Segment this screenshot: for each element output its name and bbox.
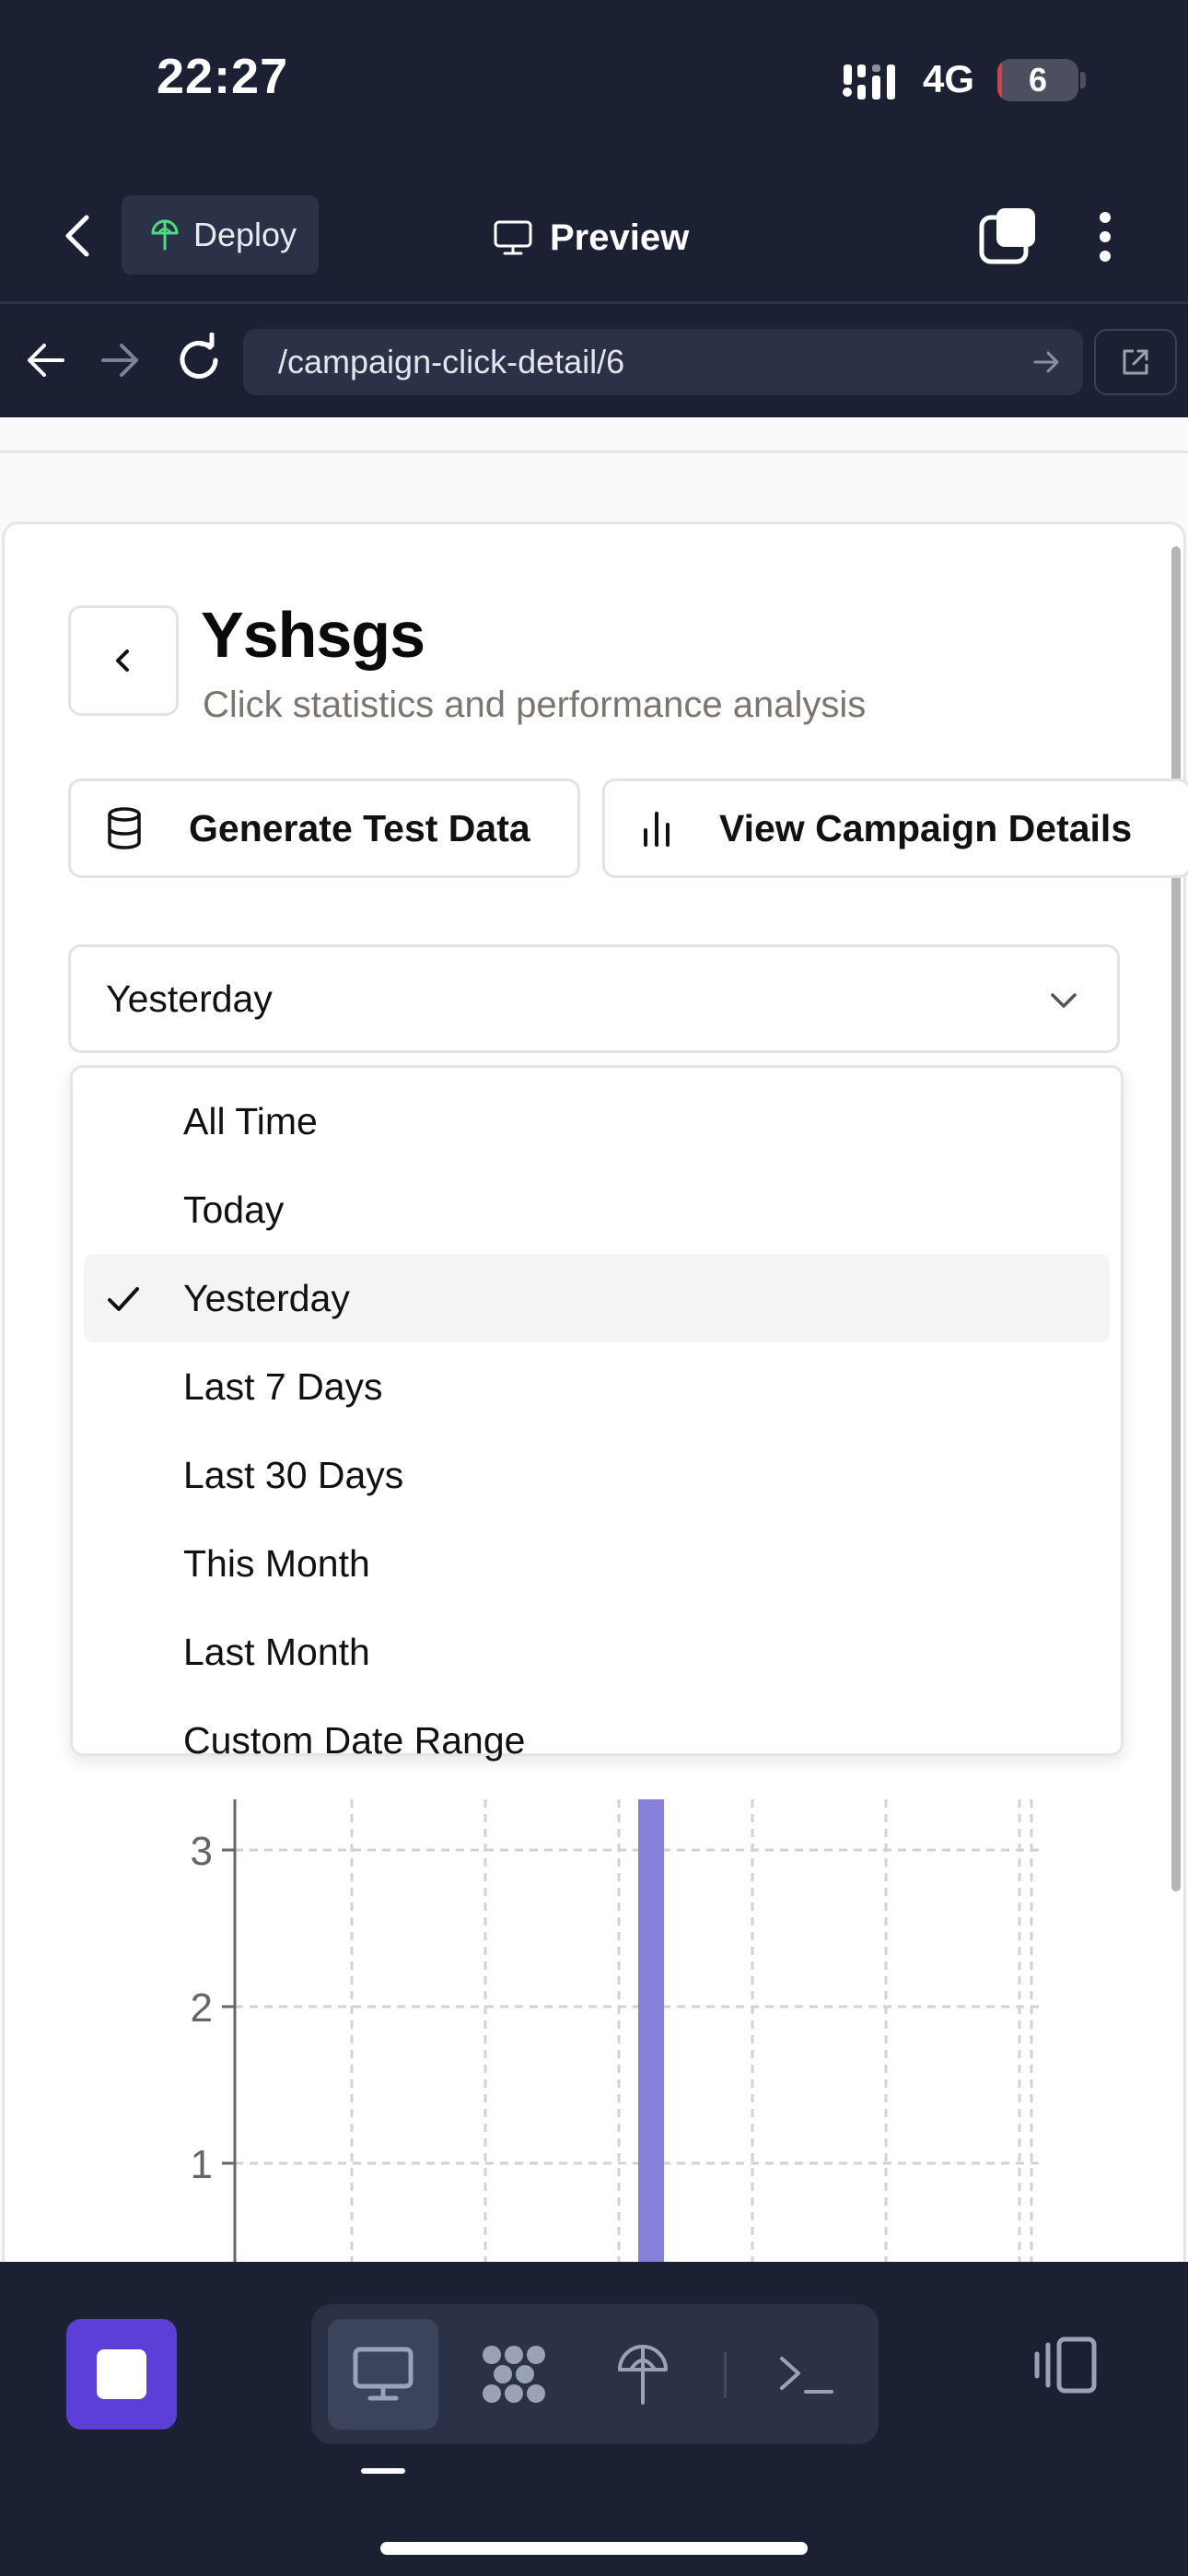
components-view-button[interactable] [459, 2319, 569, 2430]
date-range-dropdown: All Time Today Yesterday Last 7 Days Last 30… [70, 1065, 1124, 1762]
dropdown-option[interactable]: This Month [84, 1519, 1110, 1608]
preview-label: Preview [550, 217, 690, 258]
active-tab-indicator [361, 2468, 405, 2474]
chevron-left-icon[interactable] [52, 206, 103, 265]
view-campaign-details-button[interactable]: View Campaign Details [602, 779, 1188, 878]
dropdown-option-label: Last Month [183, 1631, 370, 1673]
go-arrow-icon[interactable] [1030, 345, 1063, 379]
deploy-view-button[interactable] [588, 2319, 698, 2430]
scrollbar[interactable] [1171, 546, 1181, 1891]
date-range-select[interactable]: Yesterday [68, 944, 1120, 1053]
status-time: 22:27 [157, 49, 289, 104]
generate-test-data-button[interactable]: Generate Test Data [68, 779, 580, 878]
arrow-left-icon[interactable] [22, 334, 70, 386]
deploy-button[interactable]: Deploy [122, 195, 319, 275]
chevron-left-icon [116, 650, 129, 672]
arrow-right-icon[interactable] [96, 334, 144, 386]
dropdown-option[interactable]: All Time [84, 1077, 1110, 1165]
group-divider [724, 2352, 727, 2398]
dropdown-option-label: Today [183, 1188, 285, 1231]
deploy-icon [618, 2345, 668, 2405]
chart-svg: 1 2 3 [191, 1799, 1041, 2262]
battery-indicator: 6 [997, 59, 1078, 101]
dropdown-option-label: Last 30 Days [183, 1454, 404, 1496]
dropdown-option-label: Custom Date Range [183, 1719, 526, 1762]
chart-bar [638, 1799, 664, 2262]
page-title: Yshsgs [201, 599, 425, 671]
web-content: Yshsgs Click statistics and performance … [0, 417, 1188, 2262]
dropdown-option-label: All Time [183, 1100, 318, 1142]
terminal-icon [780, 2357, 833, 2394]
clicks-chart: 1 2 3 [0, 1799, 1188, 2262]
view-mode-group [311, 2304, 879, 2444]
y-tick-label: 1 [191, 2142, 213, 2187]
browser-bar: /campaign-click-detail/6 [0, 307, 1188, 417]
url-text: /campaign-click-detail/6 [278, 343, 625, 381]
preview-title: Preview [493, 208, 689, 267]
page-back-button[interactable] [68, 605, 179, 716]
status-bar: 22:27 4G 6 [0, 0, 1188, 166]
tabs-icon[interactable] [976, 205, 1041, 269]
signal-icon [843, 64, 895, 100]
monitor-icon [494, 220, 532, 255]
network-label: 4G [923, 57, 975, 100]
divider [0, 451, 1188, 453]
bottom-bar [0, 2262, 1188, 2576]
stop-button[interactable] [66, 2319, 177, 2430]
generate-test-data-label: Generate Test Data [189, 806, 530, 849]
dropdown-option[interactable]: Today [84, 1165, 1110, 1254]
external-link-icon [1123, 349, 1148, 375]
home-indicator [380, 2542, 808, 2555]
terminal-view-button[interactable] [751, 2319, 862, 2430]
battery-tip [1080, 72, 1086, 88]
dropdown-option[interactable]: Yesterday [84, 1254, 1110, 1342]
bar-chart-icon [644, 812, 670, 847]
database-icon [108, 807, 141, 849]
deploy-icon [151, 219, 179, 251]
page-subtitle: Click statistics and performance analysi… [203, 685, 867, 725]
dropdown-option-label: Last 7 Days [183, 1365, 383, 1408]
dropdown-option[interactable]: Last 30 Days [84, 1431, 1110, 1519]
url-field[interactable]: /campaign-click-detail/6 [243, 329, 1083, 395]
more-vertical-icon[interactable] [1087, 205, 1124, 269]
view-campaign-details-label: View Campaign Details [719, 806, 1133, 849]
date-range-selected: Yesterday [106, 978, 273, 1020]
reload-icon[interactable] [173, 333, 225, 388]
chevron-down-icon [1051, 993, 1077, 1008]
deploy-label: Deploy [193, 216, 297, 253]
panel-toggle-icon[interactable] [1028, 2328, 1101, 2402]
components-icon [483, 2346, 545, 2403]
dropdown-option[interactable]: Last Month [84, 1608, 1110, 1696]
stop-icon [97, 2349, 146, 2399]
dropdown-option[interactable]: Custom Date Range [84, 1696, 1110, 1785]
y-tick-label: 2 [191, 1985, 213, 2031]
y-tick-label: 3 [191, 1829, 213, 1874]
desktop-view-button[interactable] [328, 2319, 438, 2430]
open-external-button[interactable] [1094, 329, 1177, 395]
desktop-icon [353, 2347, 413, 2401]
app-toolbar: Deploy Preview [0, 166, 1188, 304]
dropdown-option-label: This Month [183, 1542, 370, 1585]
check-icon [108, 1287, 139, 1311]
battery-level: 6 [1028, 61, 1048, 99]
dropdown-option[interactable]: Last 7 Days [84, 1342, 1110, 1431]
dropdown-option-label: Yesterday [183, 1277, 350, 1319]
